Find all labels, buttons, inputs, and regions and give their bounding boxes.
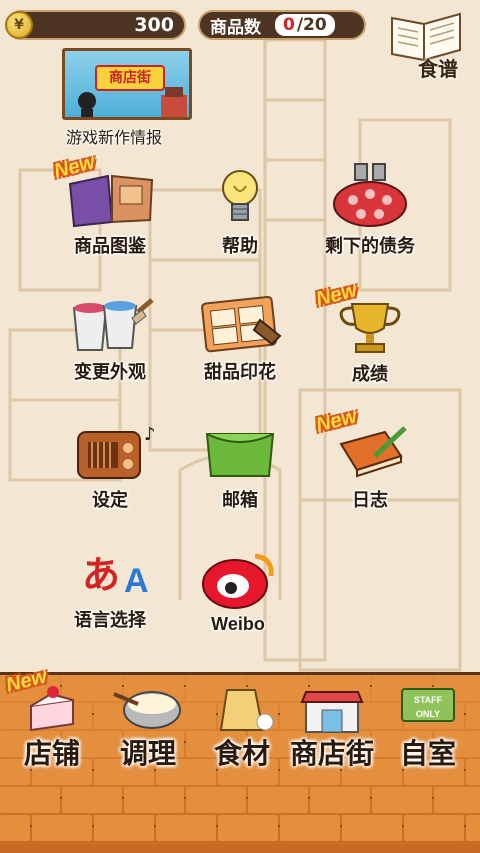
ad-character-icon <box>78 87 187 117</box>
latin-a-glyph: A <box>124 562 149 600</box>
nav-cook-label: 调理 <box>119 737 176 770</box>
debt-button[interactable]: 剩下的债务 <box>310 160 430 258</box>
paint-buckets-icon <box>72 298 154 351</box>
nav-ingredients[interactable]: 食材 <box>196 680 288 770</box>
ad-image: 商店街 <box>62 48 192 120</box>
item-count-value: 0 /20 <box>275 14 335 36</box>
nav-street[interactable]: 商店街 <box>286 680 378 770</box>
recipe-button[interactable]: 食谱 <box>386 8 466 82</box>
achievements-button[interactable]: New 成绩 <box>310 279 430 386</box>
nav-ingredients-label: 食材 <box>213 737 270 770</box>
help-button[interactable]: 帮助 <box>180 164 300 258</box>
mailbox-icon <box>205 433 275 477</box>
achievements-label: 成绩 <box>352 364 388 385</box>
appearance-button[interactable]: 变更外观 <box>50 292 170 384</box>
mailbox-button[interactable]: 邮箱 <box>180 420 300 512</box>
coin-icon: ¥ <box>5 11 33 39</box>
recipe-label: 食谱 <box>418 57 458 81</box>
stamp-button[interactable]: 甜品印花 <box>180 290 300 384</box>
weibo-label: Weibo <box>211 614 265 634</box>
storefront-icon <box>300 691 364 733</box>
new-game-ad-banner[interactable]: 商店街 <box>62 48 192 122</box>
diary-label: 日志 <box>352 490 388 511</box>
coin-purse-icon <box>333 163 407 227</box>
settings-label: 设定 <box>92 490 128 511</box>
nav-shop-label: 店铺 <box>23 737 80 770</box>
item-count-max: /20 <box>296 15 327 35</box>
language-icon: あ A <box>60 544 160 604</box>
appearance-label: 变更外观 <box>74 362 146 383</box>
money-value: 300 <box>134 14 174 36</box>
lightbulb-icon <box>222 170 258 221</box>
stamp-card-icon <box>201 295 282 353</box>
stamp-label: 甜品印花 <box>204 362 276 383</box>
item-count-label: 商品数 <box>210 17 261 38</box>
settings-button[interactable]: ♪ 设定 <box>50 420 170 512</box>
flour-bag-icon <box>219 689 274 731</box>
nav-home[interactable]: STAFF ONLY 自室 <box>382 680 474 770</box>
nav-shop[interactable]: New 店铺 <box>4 665 98 770</box>
language-button[interactable]: あ A 语言选择 <box>50 544 170 632</box>
help-label: 帮助 <box>222 236 258 257</box>
nav-cook[interactable]: 调理 <box>102 680 194 770</box>
ad-label: 游戏新作情报 <box>66 128 163 147</box>
weibo-icon <box>202 553 274 609</box>
item-count-current: 0 <box>283 15 295 35</box>
weibo-button[interactable]: Weibo <box>178 546 298 635</box>
catalog-label: 商品图鉴 <box>74 236 146 257</box>
catalog-button[interactable]: New 商品图鉴 <box>50 151 170 258</box>
hiragana-a-glyph: あ <box>82 553 121 597</box>
diary-button[interactable]: New 日志 <box>310 405 430 512</box>
mailbox-label: 邮箱 <box>222 490 258 511</box>
nav-home-label: 自室 <box>399 737 456 770</box>
svg-text:♪: ♪ <box>144 424 156 445</box>
radio-icon: ♪ <box>77 424 156 479</box>
debt-label: 剩下的债务 <box>325 236 415 257</box>
staff-only-sign-icon: STAFF ONLY <box>401 688 455 722</box>
language-label: 语言选择 <box>74 610 146 631</box>
money-display: ¥ 300 <box>5 10 186 40</box>
mixing-bowl-icon <box>113 691 181 729</box>
item-count-display: 商品数 0 /20 <box>198 10 366 40</box>
staff-only-text: STAFF ONLY <box>413 695 443 719</box>
nav-street-label: 商店街 <box>289 737 374 770</box>
